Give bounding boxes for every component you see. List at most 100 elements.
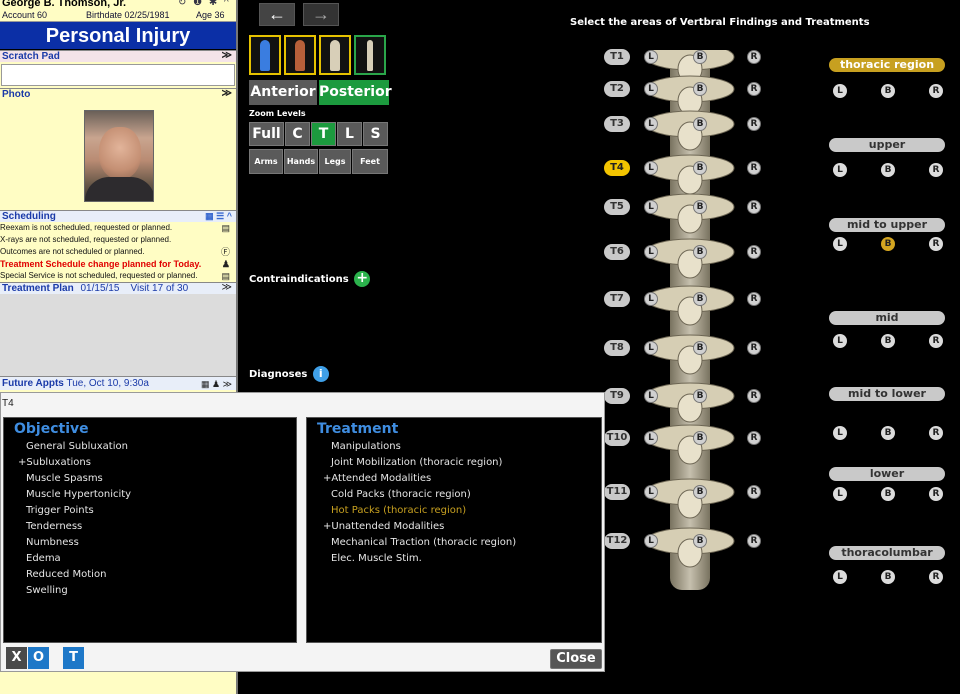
region-mid-to-lower-r-button[interactable]: R: [929, 426, 943, 440]
vertebra-t2-l-button[interactable]: L: [644, 82, 658, 96]
vertebra-t6-r-button[interactable]: R: [747, 245, 761, 259]
vertebra-t5[interactable]: T5: [604, 199, 630, 215]
scheduling-icons[interactable]: ▦ ☰ ^: [205, 210, 232, 222]
zoom-s-button[interactable]: S: [363, 122, 388, 146]
vertebra-t12-r-button[interactable]: R: [747, 534, 761, 548]
region-lower-r-button[interactable]: R: [929, 487, 943, 501]
list-item[interactable]: +Unattended Modalities: [323, 521, 444, 532]
list-item[interactable]: Manipulations: [331, 441, 401, 452]
zoom-t-button[interactable]: T: [311, 122, 336, 146]
vertebra-t7-r-button[interactable]: R: [747, 292, 761, 306]
vertebra-t4[interactable]: T4: [604, 160, 630, 176]
scratch-pad-field[interactable]: [1, 64, 235, 86]
region-mid[interactable]: mid: [829, 311, 945, 325]
chevron-down-icon[interactable]: ≫: [222, 50, 232, 62]
region-thoracic-region-r-button[interactable]: R: [929, 84, 943, 98]
list-item[interactable]: Mechanical Traction (thoracic region): [331, 537, 516, 548]
region-thoracolumbar-r-button[interactable]: R: [929, 570, 943, 584]
vertebra-t10-r-button[interactable]: R: [747, 431, 761, 445]
vertebra-t6[interactable]: T6: [604, 244, 630, 260]
vertebra-t1[interactable]: T1: [604, 49, 630, 65]
photo-header[interactable]: Photo ≫: [0, 88, 236, 100]
zoom-l-button[interactable]: L: [337, 122, 362, 146]
list-item[interactable]: Edema: [26, 553, 61, 564]
thumb-spine[interactable]: [354, 35, 386, 75]
region-lower-l-button[interactable]: L: [833, 487, 847, 501]
region-thoracic-region-l-button[interactable]: L: [833, 84, 847, 98]
region-mid-r-button[interactable]: R: [929, 334, 943, 348]
vertebra-t10[interactable]: T10: [604, 430, 630, 446]
region-upper-b-button[interactable]: B: [881, 163, 895, 177]
arms-button[interactable]: Arms: [249, 149, 283, 174]
region-lower-b-button[interactable]: B: [881, 487, 895, 501]
vertebra-t2-r-button[interactable]: R: [747, 82, 761, 96]
scheduling-header[interactable]: Scheduling ▦ ☰ ^: [0, 210, 236, 222]
list-item[interactable]: +Attended Modalities: [323, 473, 431, 484]
vertebra-t1-b-button[interactable]: B: [693, 50, 707, 64]
region-thoracolumbar-b-button[interactable]: B: [881, 570, 895, 584]
anterior-button[interactable]: Anterior: [249, 80, 317, 105]
list-item[interactable]: Cold Packs (thoracic region): [331, 489, 471, 500]
vertebra-t3-r-button[interactable]: R: [747, 117, 761, 131]
list-item[interactable]: Reduced Motion: [26, 569, 106, 580]
case-type-banner[interactable]: Personal Injury: [0, 22, 236, 50]
region-mid-l-button[interactable]: L: [833, 334, 847, 348]
thumb-body-blue[interactable]: [249, 35, 281, 75]
calendar-icon[interactable]: ▤: [221, 222, 230, 234]
vertebra-t7[interactable]: T7: [604, 291, 630, 307]
vertebra-t8-r-button[interactable]: R: [747, 341, 761, 355]
vertebra-t3-b-button[interactable]: B: [693, 117, 707, 131]
list-item[interactable]: Hot Packs (thoracic region): [331, 505, 466, 516]
schedule-line[interactable]: X-rays are not scheduled, requested or p…: [0, 234, 236, 246]
outcome-icon[interactable]: Ⓕ: [221, 246, 230, 258]
vertebra-t8-l-button[interactable]: L: [644, 341, 658, 355]
tab-t[interactable]: T: [63, 647, 84, 669]
hands-button[interactable]: Hands: [284, 149, 318, 174]
vertebra-t11-r-button[interactable]: R: [747, 485, 761, 499]
back-button[interactable]: ←: [259, 3, 295, 26]
forward-button[interactable]: →: [303, 3, 339, 26]
region-mid-b-button[interactable]: B: [881, 334, 895, 348]
add-contraindication-icon[interactable]: +: [354, 271, 371, 287]
vertebra-t9[interactable]: T9: [604, 388, 630, 404]
vertebra-t5-l-button[interactable]: L: [644, 200, 658, 214]
region-mid-to-lower-b-button[interactable]: B: [881, 426, 895, 440]
vertebra-t12-b-button[interactable]: B: [693, 534, 707, 548]
region-upper[interactable]: upper: [829, 138, 945, 152]
vertebra-t8-b-button[interactable]: B: [693, 341, 707, 355]
vertebra-t9-l-button[interactable]: L: [644, 389, 658, 403]
list-item[interactable]: Trigger Points: [26, 505, 94, 516]
vertebra-t8[interactable]: T8: [604, 340, 630, 356]
vertebra-t11-b-button[interactable]: B: [693, 485, 707, 499]
region-thoracolumbar-l-button[interactable]: L: [833, 570, 847, 584]
region-lower[interactable]: lower: [829, 467, 945, 481]
vertebra-t4-r-button[interactable]: R: [747, 161, 761, 175]
vertebra-t3-l-button[interactable]: L: [644, 117, 658, 131]
vertebra-t2[interactable]: T2: [604, 81, 630, 97]
thumb-body-muscle[interactable]: [284, 35, 316, 75]
list-item[interactable]: Muscle Hypertonicity: [26, 489, 131, 500]
region-mid-to-lower[interactable]: mid to lower: [829, 387, 945, 401]
chevron-down-icon[interactable]: ≫: [222, 88, 232, 100]
schedule-line[interactable]: Special Service is not scheduled, reques…: [0, 270, 236, 282]
region-mid-to-upper-b-button[interactable]: B: [881, 237, 895, 251]
vertebra-t11-l-button[interactable]: L: [644, 485, 658, 499]
vertebra-t7-l-button[interactable]: L: [644, 292, 658, 306]
calendar-icon[interactable]: ▤: [221, 270, 230, 282]
vertebra-t12-l-button[interactable]: L: [644, 534, 658, 548]
list-item[interactable]: Muscle Spasms: [26, 473, 103, 484]
list-item[interactable]: General Subluxation: [26, 441, 128, 452]
region-upper-r-button[interactable]: R: [929, 163, 943, 177]
vertebra-t10-b-button[interactable]: B: [693, 431, 707, 445]
vertebra-t1-l-button[interactable]: L: [644, 50, 658, 64]
legs-button[interactable]: Legs: [319, 149, 351, 174]
scratch-pad-header[interactable]: Scratch Pad ≫: [0, 50, 236, 62]
region-upper-l-button[interactable]: L: [833, 163, 847, 177]
region-thoracic-region[interactable]: thoracic region: [829, 58, 945, 72]
future-appts-header[interactable]: Future Appts Tue, Oct 10, 9:30a ▦ ♟ ≫: [0, 376, 236, 390]
schedule-line[interactable]: Reexam is not scheduled, requested or pl…: [0, 222, 236, 234]
list-item[interactable]: Tenderness: [26, 521, 82, 532]
posterior-button[interactable]: Posterior: [319, 80, 392, 105]
list-item[interactable]: Joint Mobilization (thoracic region): [331, 457, 502, 468]
schedule-line[interactable]: Outcomes are not scheduled or planned. Ⓕ: [0, 246, 236, 258]
